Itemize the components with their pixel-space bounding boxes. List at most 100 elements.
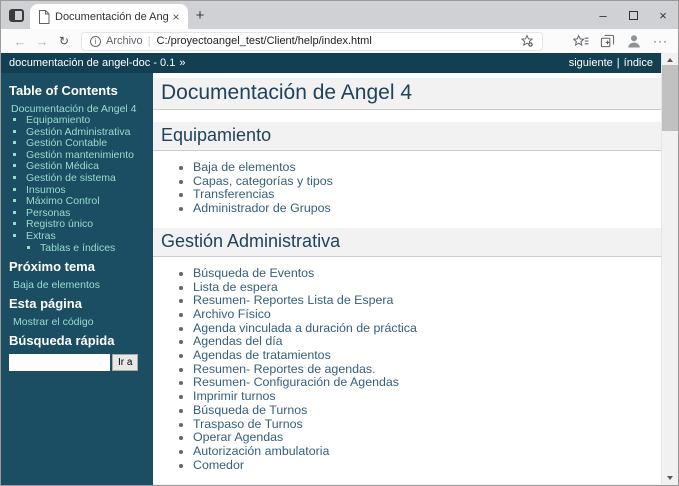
- content-link[interactable]: Traspaso de Turnos: [193, 417, 303, 431]
- content-link[interactable]: Búsqueda de Eventos: [193, 266, 314, 280]
- list-item: Agendas del día: [193, 334, 661, 349]
- list-item: Traspaso de Turnos: [193, 417, 661, 432]
- toc-link[interactable]: Extras: [26, 230, 56, 242]
- next-topic-link[interactable]: Baja de elementos: [13, 279, 147, 291]
- list-item: Administrador de Grupos: [193, 201, 661, 216]
- section-heading: Gestión Contable: [153, 484, 661, 485]
- content-link[interactable]: Lista de espera: [193, 280, 278, 294]
- tab-close-icon[interactable]: ×: [169, 10, 183, 24]
- section-heading: Gestión Administrativa: [153, 227, 661, 257]
- forward-button[interactable]: →: [31, 34, 53, 49]
- list-item: Operar Agendas: [193, 430, 661, 445]
- content-link[interactable]: Transferencias: [193, 187, 275, 202]
- refresh-button[interactable]: ↻: [53, 34, 75, 48]
- search-input[interactable]: [9, 354, 110, 372]
- this-page-heading: Esta página: [9, 296, 82, 312]
- page-inner: documentación de angel-doc - 0.1 » siguie…: [1, 53, 661, 485]
- minimize-button[interactable]: –: [588, 1, 618, 29]
- list-item: Transferencias: [193, 188, 661, 202]
- toc-link[interactable]: Equipamiento: [26, 114, 90, 126]
- toc-link[interactable]: Máximo Control: [26, 195, 100, 207]
- next-link[interactable]: siguiente: [569, 57, 613, 69]
- title-bar: Documentación de Angel 4 — d… × + – ×: [1, 1, 678, 29]
- vertical-scrollbar[interactable]: [661, 53, 678, 485]
- list-item: Resumen- Reportes de agendas.: [193, 362, 661, 377]
- content-link[interactable]: Administrador de Grupos: [193, 201, 331, 215]
- toc-link[interactable]: Insumos: [26, 184, 66, 196]
- browser-toolbar: ← → ↻ i Archivo | C:/proyectoangel_test/…: [1, 29, 678, 53]
- list-item: Baja de elementos: [193, 160, 661, 175]
- add-favorite-icon[interactable]: [520, 34, 534, 48]
- content-link[interactable]: Imprimir turnos: [193, 389, 276, 403]
- content-link[interactable]: Operar Agendas: [193, 430, 283, 444]
- content-link[interactable]: Resumen- Reportes de agendas.: [193, 362, 376, 376]
- content-link[interactable]: Baja de elementos: [193, 160, 296, 174]
- maximize-button[interactable]: [618, 1, 648, 29]
- new-tab-button[interactable]: +: [188, 7, 212, 24]
- list-item: Búsqueda de Eventos: [193, 266, 661, 281]
- browser-tab[interactable]: Documentación de Angel 4 — d… ×: [30, 4, 188, 29]
- quick-search-form: Ir a: [9, 354, 147, 372]
- scroll-up-icon[interactable]: [667, 58, 673, 62]
- list-item: Capas, categorías y tipos: [193, 174, 661, 189]
- list-item: Agenda vinculada a duración de práctica: [193, 321, 661, 336]
- index-link[interactable]: índice: [624, 57, 653, 69]
- settings-more-icon[interactable]: ···: [653, 34, 668, 48]
- list-item: Imprimir turnos: [193, 389, 661, 404]
- relation-bar: documentación de angel-doc - 0.1 » siguie…: [1, 53, 661, 73]
- breadcrumb-separator: »: [179, 57, 186, 69]
- favorites-icon[interactable]: [573, 34, 589, 48]
- content-link[interactable]: Autorización ambulatoria: [193, 444, 329, 458]
- toc-heading: Table of Contents: [9, 83, 118, 98]
- page-icon: [38, 9, 50, 24]
- show-source-link[interactable]: Mostrar el código: [13, 316, 147, 328]
- toc-link[interactable]: Gestión Médica: [26, 160, 99, 173]
- profile-avatar-icon[interactable]: [626, 33, 642, 49]
- content-link[interactable]: Agenda vinculada a duración de práctica: [193, 321, 417, 335]
- page-body: Table of Contents Documentación de Angel…: [1, 73, 661, 485]
- toc-sublink[interactable]: Tablas e índices: [40, 242, 115, 254]
- toc-link[interactable]: Gestión Administrativa: [26, 126, 130, 138]
- page-area: documentación de angel-doc - 0.1 » siguie…: [1, 53, 678, 485]
- toc-link[interactable]: Gestión mantenimiento: [26, 149, 134, 161]
- toc-link[interactable]: Gestión Contable: [26, 137, 107, 149]
- content-link[interactable]: Archivo Físico: [193, 307, 271, 321]
- content-link[interactable]: Búsqueda de Turnos: [193, 403, 307, 417]
- back-button[interactable]: ←: [9, 34, 31, 49]
- content-link[interactable]: Resumen- Reportes Lista de Espera: [193, 293, 393, 307]
- sidebar: Table of Contents Documentación de Angel…: [1, 73, 153, 485]
- url-text[interactable]: C:/proyectoangel_test/Client/help/index.…: [157, 35, 372, 47]
- content-link[interactable]: Comedor: [193, 458, 244, 472]
- tab-actions-icon[interactable]: [9, 8, 24, 22]
- list-item: Lista de espera: [193, 280, 661, 295]
- toc-link[interactable]: Gestión de sistema: [26, 172, 116, 184]
- toc-link[interactable]: Personas: [26, 207, 70, 219]
- address-bar[interactable]: i Archivo | C:/proyectoangel_test/Client…: [81, 31, 543, 51]
- scrollbar-thumb[interactable]: [662, 65, 678, 131]
- search-go-button[interactable]: Ir a: [112, 354, 139, 372]
- section-link-list: Búsqueda de Eventos Lista de espera Resu…: [153, 266, 661, 473]
- scroll-down-icon[interactable]: [667, 476, 673, 480]
- main-content: Documentación de Angel 4 Equipamiento Ba…: [153, 73, 661, 485]
- close-button[interactable]: ×: [648, 1, 678, 29]
- content-link[interactable]: Agendas de tratamientos: [193, 348, 331, 362]
- toolbar-icons: ···: [573, 33, 670, 49]
- address-divider: |: [147, 35, 151, 47]
- section-heading: Equipamiento: [153, 122, 661, 151]
- toc-link[interactable]: Registro único: [26, 218, 93, 231]
- browser-window: Documentación de Angel 4 — d… × + – × ← …: [0, 0, 679, 486]
- toc-list: Equipamiento Gestión Administrativa Gest…: [9, 114, 147, 255]
- info-icon[interactable]: i: [90, 35, 101, 47]
- page-title: Documentación de Angel 4: [153, 78, 661, 110]
- list-item: Resumen- Configuración de Agendas: [193, 376, 661, 390]
- list-item: Comedor: [193, 458, 661, 473]
- content-link[interactable]: Agendas del día: [193, 334, 283, 348]
- window-controls: – ×: [588, 1, 678, 29]
- content-link[interactable]: Capas, categorías y tipos: [193, 174, 333, 188]
- breadcrumb-link[interactable]: documentación de angel-doc - 0.1: [9, 57, 175, 69]
- collections-icon[interactable]: [600, 34, 615, 49]
- url-scheme-label: Archivo: [106, 35, 143, 47]
- content-link[interactable]: Resumen- Configuración de Agendas: [193, 375, 399, 390]
- toc-sublist: Tablas e índices: [26, 242, 147, 255]
- relbar-links: siguiente | índice: [569, 57, 653, 69]
